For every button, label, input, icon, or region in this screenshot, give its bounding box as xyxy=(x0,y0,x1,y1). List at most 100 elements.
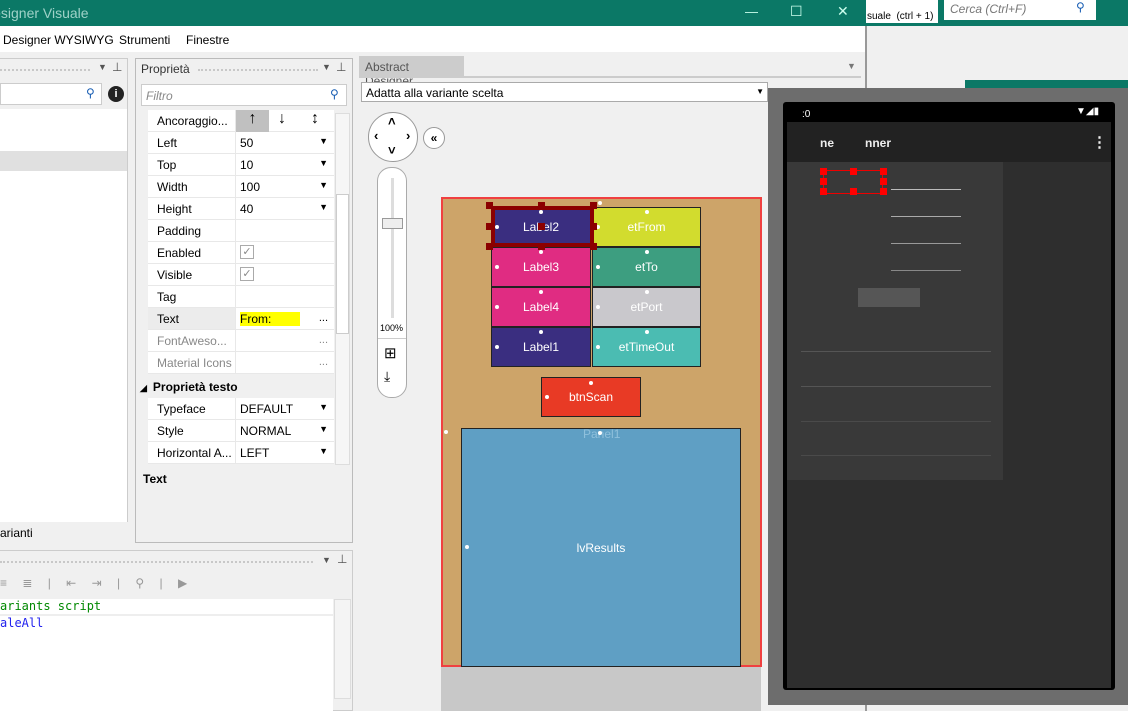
prop-value[interactable]: NORMAL xyxy=(240,424,291,438)
code-editor[interactable]: ariants script aleAll xyxy=(0,599,333,711)
checkbox[interactable]: ✓ xyxy=(240,267,254,281)
chevron-down-icon[interactable]: ▼ xyxy=(319,180,328,190)
prop-row[interactable]: Typeface DEFAULT ▼ xyxy=(148,398,334,420)
component-label: Label1 xyxy=(522,340,560,354)
ellipsis-button[interactable]: ... xyxy=(319,356,328,368)
anchor-top-icon[interactable]: ↑ xyxy=(236,110,269,132)
prop-row[interactable]: Visible ✓ xyxy=(148,264,334,286)
properties-title: Proprietà xyxy=(141,62,190,76)
tree-item-selected[interactable] xyxy=(0,151,127,171)
prop-row[interactable]: Material Icons ... xyxy=(148,352,334,374)
anchor-bottom-icon[interactable]: ↓ xyxy=(278,110,286,128)
menu-designer[interactable]: Designer WYSIWYG xyxy=(3,33,114,47)
scrollbar-thumb[interactable] xyxy=(336,194,349,334)
overflow-menu-icon[interactable]: ⋮ xyxy=(1092,133,1107,151)
resize-handle[interactable] xyxy=(486,202,493,209)
pin-icon[interactable]: ⊥ xyxy=(337,552,347,566)
minimize-button[interactable]: — xyxy=(745,4,758,19)
resize-handle[interactable] xyxy=(590,223,597,230)
prop-row[interactable]: FontAweso... ... xyxy=(148,330,334,352)
chevron-down-icon[interactable]: ▼ xyxy=(319,202,328,212)
arrow-right-icon[interactable]: › xyxy=(406,128,410,143)
chevron-down-icon[interactable]: ▼ xyxy=(319,402,328,412)
scrollbar[interactable] xyxy=(335,113,350,465)
pin-icon[interactable]: ⊥ xyxy=(112,60,122,74)
arrow-down-icon[interactable]: ˅ xyxy=(388,143,396,158)
prop-value[interactable]: From: xyxy=(240,312,300,326)
zoom-slider-thumb[interactable] xyxy=(382,218,403,229)
tree-list[interactable] xyxy=(0,109,127,522)
chevron-down-icon[interactable]: ▼ xyxy=(319,424,328,434)
prop-row[interactable]: Style NORMAL ▼ xyxy=(148,420,334,442)
info-icon[interactable]: i xyxy=(108,86,124,102)
prop-name: Material Icons xyxy=(157,356,232,370)
filter-input[interactable]: Filtro ⚲ xyxy=(141,84,347,106)
nav-pad[interactable]: ˄ ˅ ‹ › xyxy=(368,112,418,162)
tab-abstract-designer[interactable]: Abstract Designer xyxy=(359,56,464,88)
resize-handle[interactable] xyxy=(486,243,493,250)
anchor-dot xyxy=(644,290,649,294)
code-scrollbar[interactable] xyxy=(334,599,351,699)
close-button[interactable]: ✕ xyxy=(837,3,849,20)
dropdown-icon[interactable]: ▼ xyxy=(322,555,331,565)
collapse-icon[interactable]: ◢ xyxy=(140,383,147,393)
menu-strumenti[interactable]: Strumenti xyxy=(119,33,170,47)
resize-handle[interactable] xyxy=(486,223,493,230)
shortcut-tab[interactable]: suale (ctrl + 1) xyxy=(866,0,938,23)
download-icon[interactable]: ⤓ xyxy=(384,368,390,385)
prop-row[interactable]: Enabled ✓ xyxy=(148,242,334,264)
variant-select[interactable]: Adatta alla variante scelta ▼ xyxy=(361,82,768,102)
prop-row[interactable]: Horizontal A... LEFT ▼ xyxy=(148,442,334,464)
edittext-preview xyxy=(891,270,961,271)
prop-row[interactable]: Tag xyxy=(148,286,334,308)
resize-handle[interactable] xyxy=(590,202,597,209)
menu-finestre[interactable]: Finestre xyxy=(186,33,229,47)
prop-row[interactable]: Padding xyxy=(148,220,334,242)
prop-value[interactable]: DEFAULT xyxy=(240,402,293,416)
dropdown-icon[interactable]: ▼ xyxy=(322,62,331,72)
pin-icon[interactable]: ⊥ xyxy=(336,60,346,74)
checkbox[interactable]: ✓ xyxy=(240,245,254,259)
arrow-up-icon[interactable]: ˄ xyxy=(388,114,396,129)
anchor-both-icon[interactable]: ↕ xyxy=(311,110,319,128)
prop-value[interactable]: 100 xyxy=(240,180,260,194)
toolbar-icons[interactable]: ≡ ≣ | ⇤ ⇥ | ⚲ | ▶ xyxy=(0,576,193,590)
prop-value[interactable]: 50 xyxy=(240,136,253,150)
code-line: ariants script xyxy=(0,599,333,616)
maximize-button[interactable]: ☐ xyxy=(790,3,803,20)
dropdown-icon[interactable]: ▼ xyxy=(98,62,107,72)
search-icon[interactable]: ⚲ xyxy=(1076,0,1085,14)
anchor-dot xyxy=(596,345,600,349)
list-divider xyxy=(801,455,991,456)
prop-value[interactable]: 40 xyxy=(240,202,253,216)
prop-row[interactable]: Width 100 ▼ xyxy=(148,176,334,198)
lvResults-component[interactable]: lvResults xyxy=(461,428,741,667)
prop-row[interactable]: Text From: ... xyxy=(148,308,334,330)
prop-row[interactable]: Left 50 ▼ xyxy=(148,132,334,154)
search-box[interactable]: Cerca (Ctrl+F) ⚲ xyxy=(944,0,1096,20)
move-handle[interactable] xyxy=(538,223,545,230)
prop-row[interactable]: Height 40 ▼ xyxy=(148,198,334,220)
fit-icon[interactable]: ⊞ xyxy=(384,344,397,362)
collapse-button[interactable]: « xyxy=(423,127,445,149)
prop-row-anchor[interactable]: Ancoraggio... ↑ ↓ ↕ xyxy=(148,110,334,132)
resize-handle[interactable] xyxy=(590,243,597,250)
variants-tab[interactable]: arianti xyxy=(0,526,33,540)
left-search[interactable]: ⚲ xyxy=(0,83,102,105)
app-title: ne xyxy=(820,136,835,150)
section-text-properties[interactable]: ◢ Proprietà testo xyxy=(140,380,238,394)
chevron-down-icon[interactable]: ▼ xyxy=(319,136,328,146)
chevron-down-icon[interactable]: ▼ xyxy=(319,158,328,168)
ellipsis-button[interactable]: ... xyxy=(319,334,328,346)
resize-handle[interactable] xyxy=(538,202,545,209)
dropdown-icon[interactable]: ▼ xyxy=(847,61,856,71)
prop-name: Ancoraggio... xyxy=(157,114,228,128)
prop-value[interactable]: LEFT xyxy=(240,446,269,460)
ellipsis-button[interactable]: ... xyxy=(319,312,328,324)
prop-row[interactable]: Top 10 ▼ xyxy=(148,154,334,176)
canvas-scroll[interactable] xyxy=(441,666,761,711)
prop-value[interactable]: 10 xyxy=(240,158,253,172)
chevron-down-icon[interactable]: ▼ xyxy=(319,446,328,456)
resize-handle[interactable] xyxy=(538,243,545,250)
arrow-left-icon[interactable]: ‹ xyxy=(374,128,378,143)
